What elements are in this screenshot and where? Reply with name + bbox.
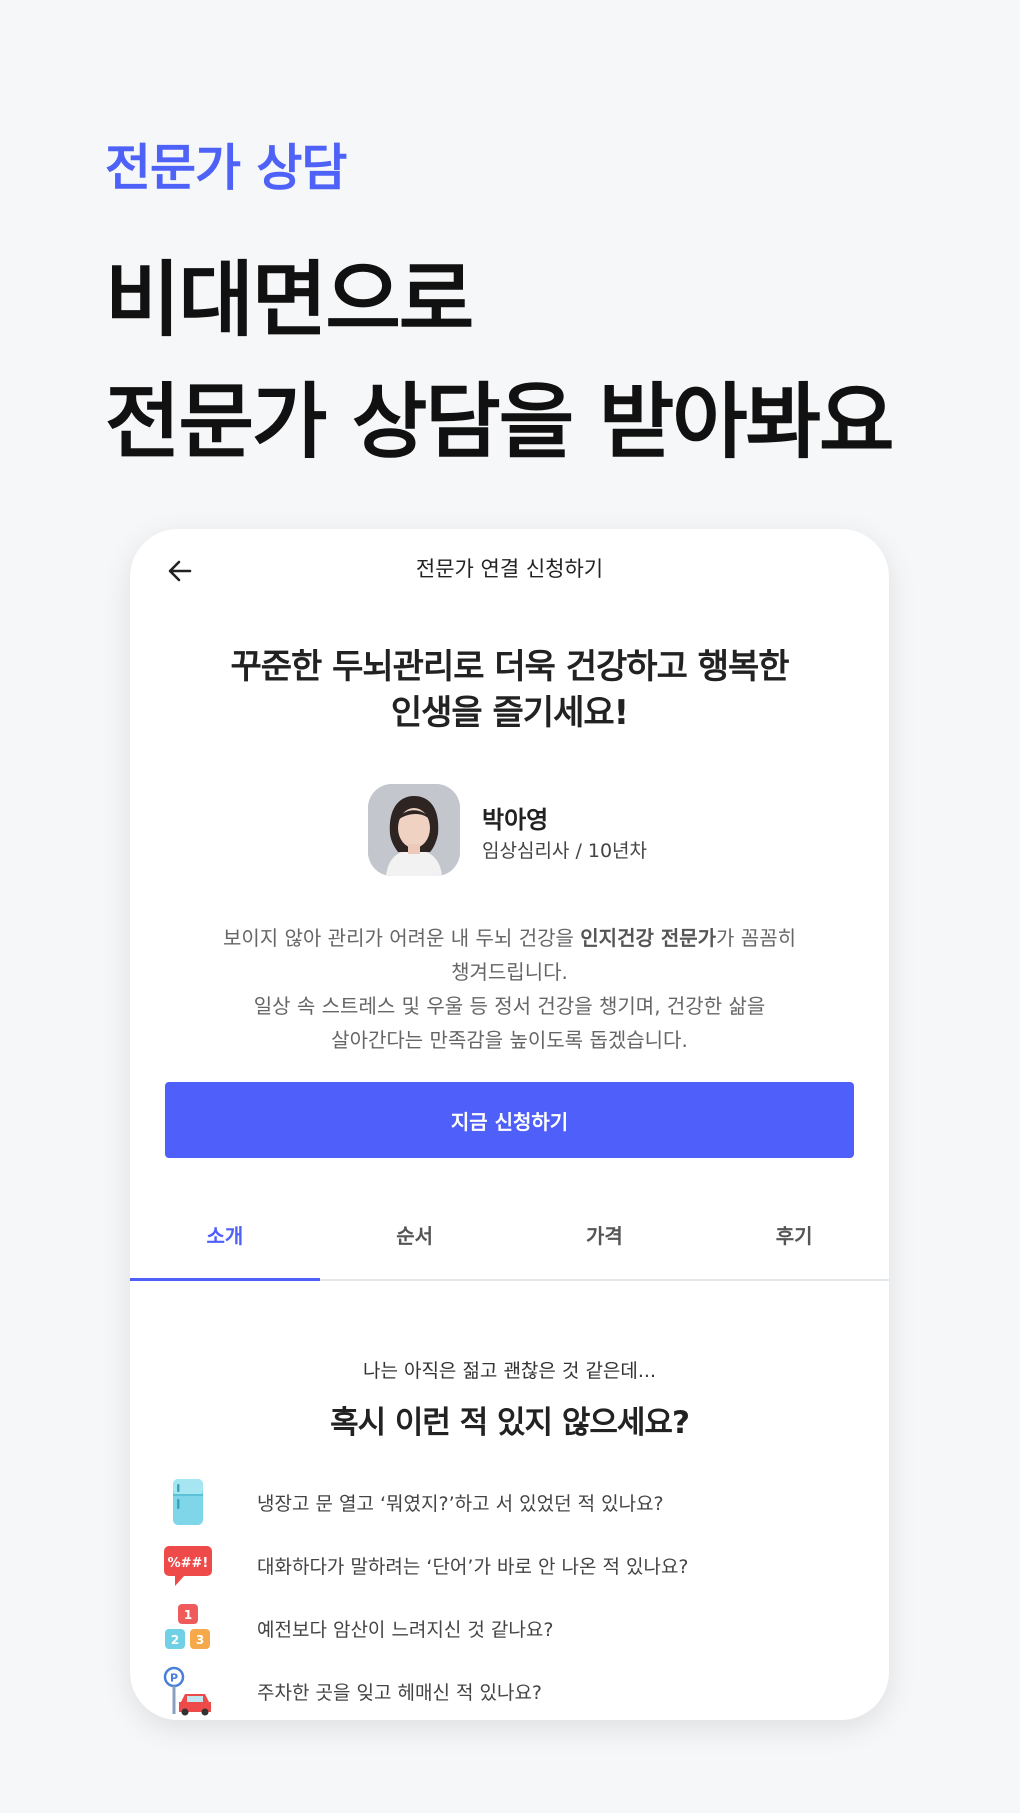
description-line-3: 일상 속 스트레스 및 우울 등 정서 건강을 챙기며, 건강한 삶을 <box>253 994 766 1018</box>
top-bar: 전문가 연결 신청하기 <box>130 529 889 609</box>
avatar <box>368 784 460 876</box>
tab-intro[interactable]: 소개 <box>130 1219 320 1281</box>
parking-car-icon: P <box>163 1666 211 1716</box>
svg-text:%##!: %##! <box>168 1556 209 1571</box>
hero-line-2: 인생을 즐기세요! <box>390 693 629 733</box>
questions-lead: 나는 아직은 젊고 괜찮은 것 같은데... <box>362 1360 657 1382</box>
list-item: P 주차한 곳을 잊고 헤매신 적 있나요? <box>163 1666 869 1720</box>
app-screen: 전문가 연결 신청하기 꾸준한 두뇌관리로 더욱 건강하고 행복한 인생을 즐기… <box>130 529 889 1720</box>
description-highlight: 인지건강 전문가 <box>580 926 717 950</box>
hero-line-1: 꾸준한 두뇌관리로 더욱 건강하고 행복한 <box>230 647 789 687</box>
tab-steps[interactable]: 순서 <box>320 1219 510 1279</box>
svg-text:2: 2 <box>171 1633 179 1647</box>
description-line-4: 살아간다는 만족감을 높이도록 돕겠습니다. <box>331 1028 688 1052</box>
description-line-2: 챙겨드립니다. <box>451 960 568 984</box>
refrigerator-icon <box>173 1479 203 1525</box>
tab-price[interactable]: 가격 <box>510 1219 700 1279</box>
headline-line-2: 전문가 상담을 받아봐요 <box>105 375 894 470</box>
number-blocks-icon: 1 2 3 <box>165 1604 210 1649</box>
description: 보이지 않아 관리가 어려운 내 두뇌 건강을 인지건강 전문가가 꼼꼼히 챙겨… <box>150 921 869 1057</box>
description-text: 가 꼼꼼히 <box>716 926 797 950</box>
questions-list: 냉장고 문 열고 ‘뭐였지?’하고 서 있었던 적 있나요? %##! 대화하다… <box>163 1477 869 1720</box>
apply-now-button[interactable]: 지금 신청하기 <box>165 1082 854 1158</box>
screen-title: 전문가 연결 신청하기 <box>415 557 604 581</box>
questions-title: 혹시 이런 적 있지 않으세요? <box>330 1405 690 1441</box>
svg-text:1: 1 <box>184 1608 192 1622</box>
question-text: 주차한 곳을 잊고 헤매신 적 있나요? <box>257 1682 543 1704</box>
tab-reviews[interactable]: 후기 <box>699 1219 889 1279</box>
svg-text:P: P <box>170 1672 178 1685</box>
list-item: %##! 대화하다가 말하려는 ‘단어’가 바로 안 나온 적 있나요? <box>163 1540 869 1603</box>
speech-bubble-icon: %##! <box>164 1546 212 1586</box>
list-item: 1 2 3 예전보다 암산이 느려지신 것 같나요? <box>163 1603 869 1666</box>
expert-photo <box>368 784 460 876</box>
expert-role: 임상심리사 / 10년차 <box>482 840 648 862</box>
question-text: 냉장고 문 열고 ‘뭐였지?’하고 서 있었던 적 있나요? <box>257 1493 664 1515</box>
svg-text:3: 3 <box>196 1633 204 1647</box>
headline-line-1: 비대면으로 <box>105 253 474 348</box>
hero-heading: 꾸준한 두뇌관리로 더욱 건강하고 행복한 인생을 즐기세요! <box>170 644 849 736</box>
question-text: 예전보다 암산이 느려지신 것 같나요? <box>257 1619 554 1641</box>
eyebrow-title: 전문가 상담 <box>105 139 347 197</box>
list-item: 냉장고 문 열고 ‘뭐였지?’하고 서 있었던 적 있나요? <box>163 1477 869 1540</box>
tab-bar: 소개 순서 가격 후기 <box>130 1219 889 1281</box>
description-line-1: 보이지 않아 관리가 어려운 내 두뇌 건강을 인지건강 전문가가 꼼꼼히 <box>150 921 869 955</box>
expert-name: 박아영 <box>482 806 549 834</box>
headline: 비대면으로 전문가 상담을 받아봐요 <box>105 240 894 484</box>
description-text: 보이지 않아 관리가 어려운 내 두뇌 건강을 <box>222 926 581 950</box>
question-text: 대화하다가 말하려는 ‘단어’가 바로 안 나온 적 있나요? <box>257 1556 689 1578</box>
